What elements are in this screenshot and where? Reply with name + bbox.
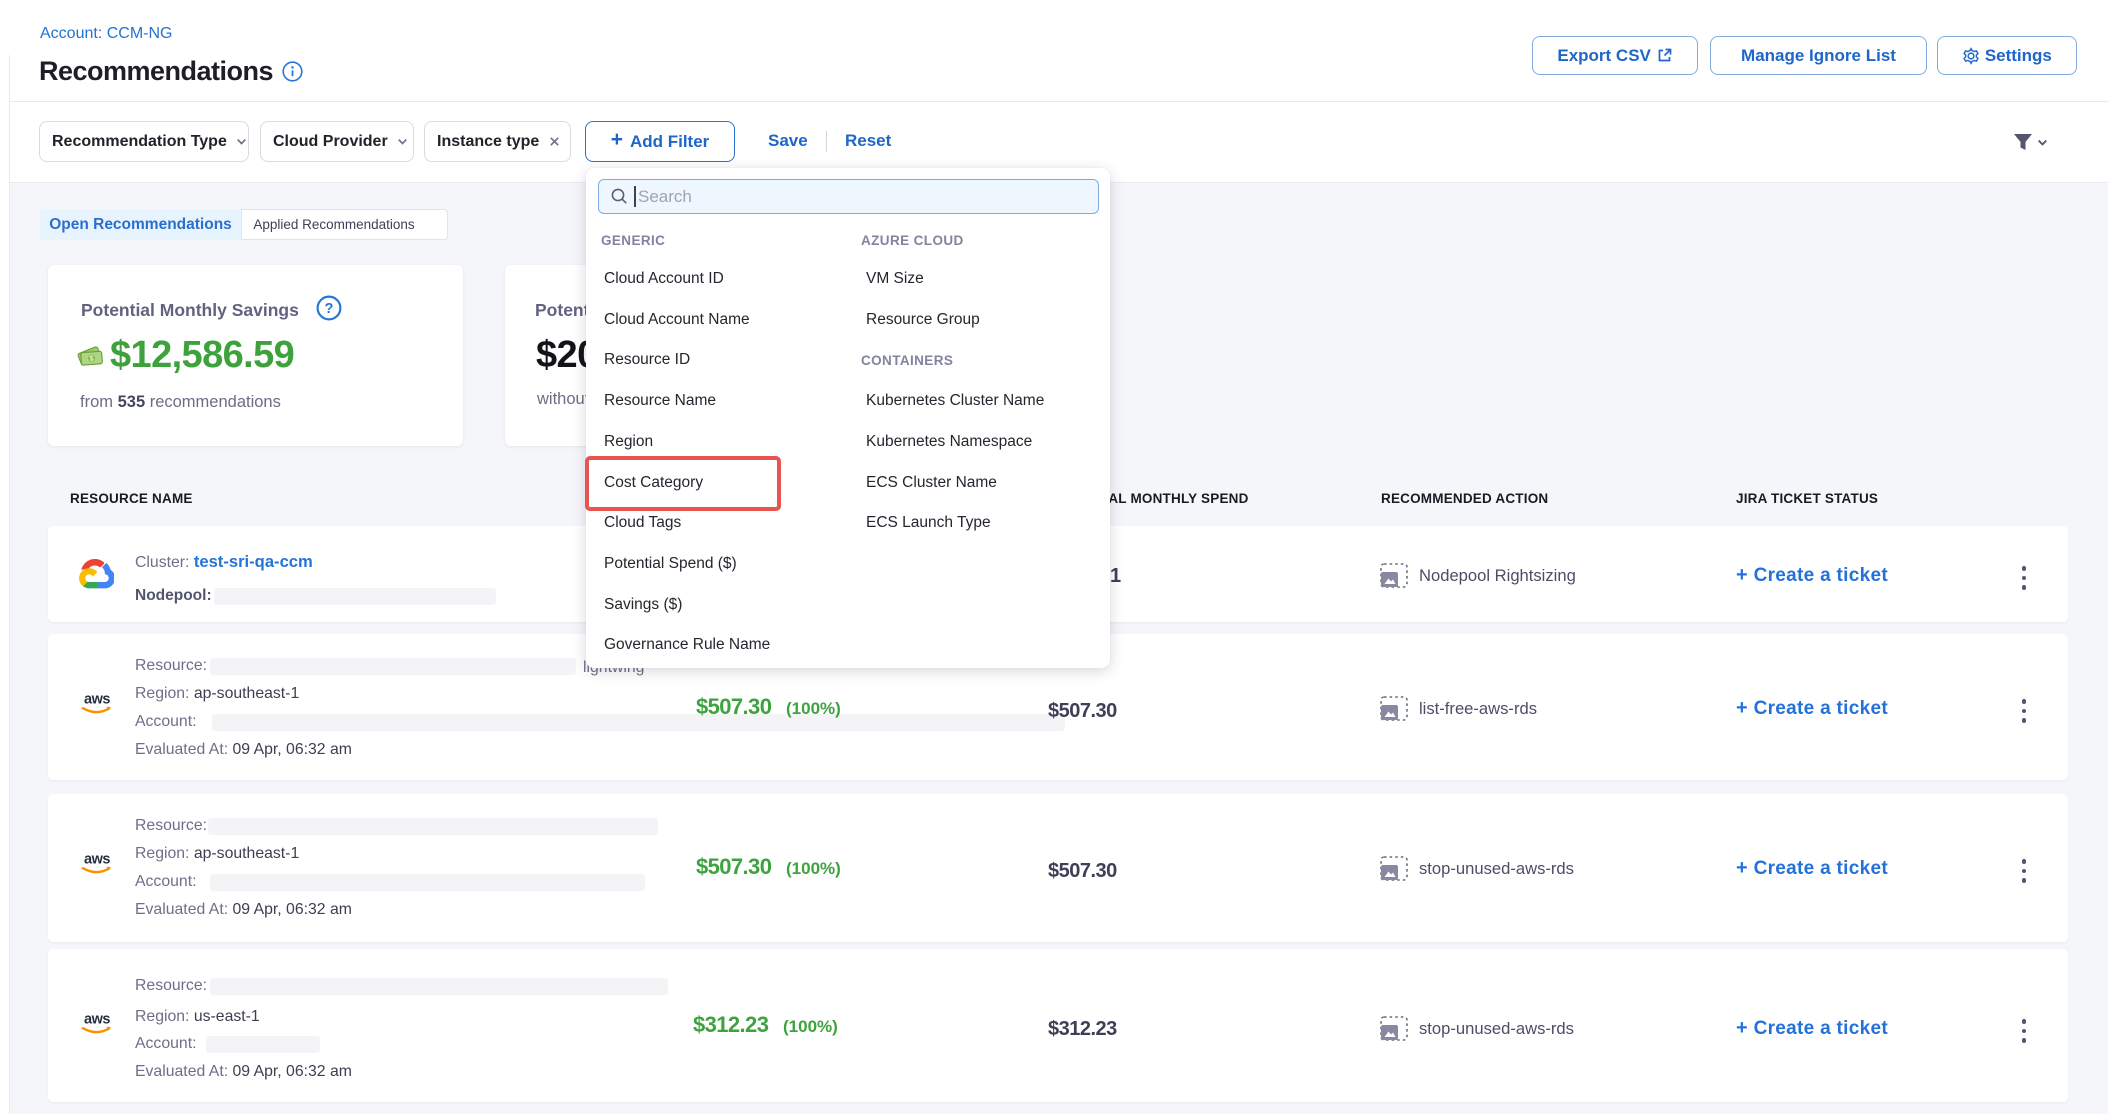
svg-text:aws: aws xyxy=(84,692,110,708)
svg-text:aws: aws xyxy=(84,852,110,868)
svg-text:aws: aws xyxy=(84,1012,110,1028)
svg-text:?: ? xyxy=(325,301,334,317)
